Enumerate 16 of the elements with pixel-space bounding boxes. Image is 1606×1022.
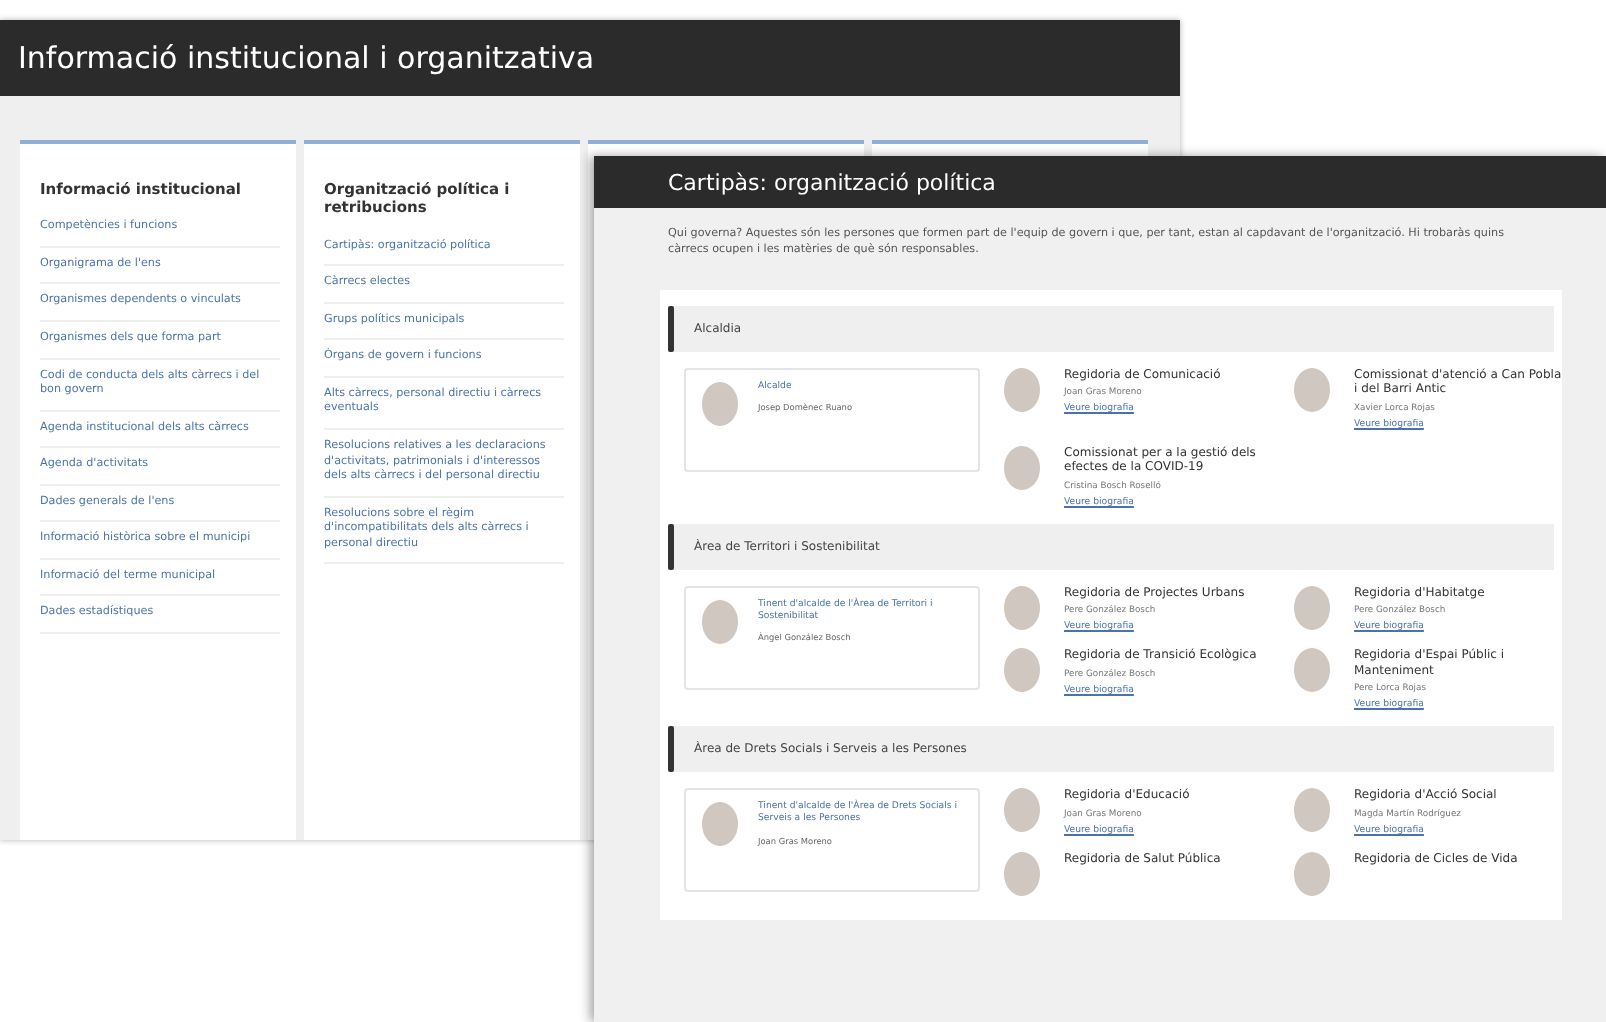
avatar: [1004, 648, 1040, 693]
avatar: [1004, 585, 1040, 630]
avatar: [1294, 585, 1330, 630]
avatar: [1004, 445, 1040, 490]
page-title: Informació institucional i organitzativa: [18, 40, 595, 76]
page-title: Cartipàs: organització política: [668, 169, 996, 195]
avatar: [1294, 788, 1330, 833]
avatar: [1004, 851, 1040, 896]
avatar: [1294, 648, 1330, 693]
avatar: [1004, 788, 1040, 833]
avatar: [1004, 367, 1040, 412]
avatar: [1294, 851, 1330, 896]
avatar: [1294, 367, 1330, 412]
avatar: [702, 381, 738, 426]
avatar: [702, 599, 738, 644]
avatar: [702, 802, 738, 847]
